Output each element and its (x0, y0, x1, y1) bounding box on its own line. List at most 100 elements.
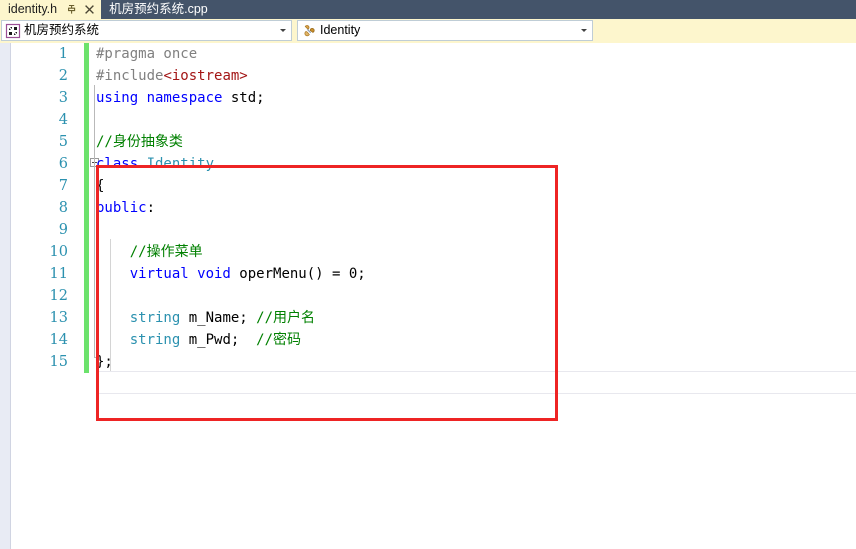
tab-label: identity.h (8, 0, 57, 19)
close-icon[interactable] (84, 4, 95, 15)
code-token: operMenu() = 0; (239, 266, 365, 282)
code-line[interactable]: 15}; (12, 351, 856, 373)
code-text: { (96, 175, 104, 197)
fold-guide-line (94, 85, 95, 357)
code-line[interactable]: 1 #pragma once (12, 43, 856, 65)
code-token: virtual void (130, 266, 240, 282)
code-text: #pragma once (96, 43, 197, 65)
change-indicator-bar (84, 197, 89, 219)
line-number: 9 (12, 219, 68, 241)
code-token: <iostream> (163, 68, 247, 84)
code-token: //身份抽象类 (96, 134, 183, 150)
navigation-bar-empty-area (593, 20, 856, 41)
change-indicator-bar (84, 65, 89, 87)
member-selector-dropdown[interactable]: Identity (297, 20, 593, 41)
line-number: 6 (12, 153, 68, 175)
code-text: class Identity (96, 153, 214, 175)
code-line[interactable]: 8 public: (12, 197, 856, 219)
code-token: //用户名 (256, 310, 315, 326)
change-indicator-bar (84, 351, 89, 373)
code-text: string m_Name; //用户名 (96, 307, 315, 329)
line-number: 15 (12, 351, 68, 373)
pin-icon[interactable] (66, 4, 77, 15)
code-line[interactable]: 4 (12, 109, 856, 131)
code-token: class (96, 156, 147, 172)
change-indicator-bar (84, 241, 89, 263)
change-indicator-bar (84, 87, 89, 109)
change-indicator-bar (84, 175, 89, 197)
code-token: m_Name; (180, 310, 256, 326)
class-icon (301, 23, 317, 39)
tab-bar-empty-area (214, 0, 856, 19)
code-text: virtual void operMenu() = 0; (96, 263, 366, 285)
code-token: string (130, 310, 181, 326)
change-indicator-bar (84, 131, 89, 153)
code-text: using namespace std; (96, 87, 265, 109)
code-token: { (96, 178, 104, 194)
code-token: using namespace (96, 90, 231, 106)
line-number: 10 (12, 241, 68, 263)
code-line[interactable]: 5 //身份抽象类 (12, 131, 856, 153)
navigation-bar: 机房预约系统 Identity (0, 19, 856, 43)
editor-outer-margin (0, 43, 11, 549)
code-line[interactable]: 14 string m_Pwd; //密码 (12, 329, 856, 351)
code-token: string (130, 332, 181, 348)
code-token: //操作菜单 (96, 244, 203, 260)
code-token: : (147, 200, 155, 216)
region-separator (96, 371, 856, 372)
chevron-down-icon[interactable] (577, 21, 592, 40)
line-number: 5 (12, 131, 68, 153)
code-token: //密码 (256, 332, 301, 348)
code-line[interactable]: 11 virtual void operMenu() = 0; (12, 263, 856, 285)
code-token (96, 332, 130, 348)
chevron-down-icon[interactable] (276, 21, 291, 40)
code-line[interactable]: 3 using namespace std; (12, 87, 856, 109)
project-selector-value: 机房预约系统 (24, 21, 276, 40)
change-indicator-bar (84, 263, 89, 285)
editor-text-surface[interactable]: 1 #pragma once 2 #include<iostream> 3 using n… (12, 43, 856, 549)
code-token: #include (96, 68, 163, 84)
code-text: string m_Pwd; //密码 (96, 329, 301, 351)
editor-tab-bar: identity.h 机房预约系统.cpp (0, 0, 856, 19)
indent-guide (110, 239, 111, 371)
member-selector-value: Identity (320, 21, 577, 40)
tab-label: 机房预约系统.cpp (109, 0, 208, 19)
change-indicator-bar (84, 285, 89, 307)
change-indicator-bar (84, 219, 89, 241)
code-line[interactable]: 10 //操作菜单 (12, 241, 856, 263)
code-token: public (96, 200, 147, 216)
line-number: 8 (12, 197, 68, 219)
code-token: std; (231, 90, 265, 106)
line-number: 11 (12, 263, 68, 285)
code-line[interactable]: 9 (12, 219, 856, 241)
change-indicator-bar (84, 307, 89, 329)
line-number: 2 (12, 65, 68, 87)
line-number: 3 (12, 87, 68, 109)
tab-actions (66, 4, 95, 15)
change-indicator-bar (84, 153, 89, 175)
line-number: 4 (12, 109, 68, 131)
code-text: //身份抽象类 (96, 131, 183, 153)
line-number: 1 (12, 43, 68, 65)
code-token: Identity (147, 156, 214, 172)
code-line[interactable]: 12 (12, 285, 856, 307)
tab-identity-h[interactable]: identity.h (0, 0, 101, 19)
code-line[interactable]: 6 class Identity (12, 153, 856, 175)
line-number: 7 (12, 175, 68, 197)
fold-guide-end (94, 357, 99, 358)
line-number: 13 (12, 307, 68, 329)
code-line-list: 1 #pragma once 2 #include<iostream> 3 using n… (12, 43, 856, 373)
code-line[interactable]: 13 string m_Name; //用户名 (12, 307, 856, 329)
code-editor[interactable]: 1 #pragma once 2 #include<iostream> 3 using n… (0, 43, 856, 549)
code-line[interactable]: 7{ (12, 175, 856, 197)
tab-project-cpp[interactable]: 机房预约系统.cpp (101, 0, 214, 19)
code-token (96, 310, 130, 326)
project-selector-dropdown[interactable]: 机房预约系统 (1, 20, 292, 41)
region-separator (96, 393, 856, 394)
code-token: #pragma once (96, 46, 197, 62)
code-text: #include<iostream> (96, 65, 248, 87)
change-indicator-bar (84, 329, 89, 351)
change-indicator-bar (84, 43, 89, 65)
code-line[interactable]: 2 #include<iostream> (12, 65, 856, 87)
project-icon (5, 23, 21, 39)
